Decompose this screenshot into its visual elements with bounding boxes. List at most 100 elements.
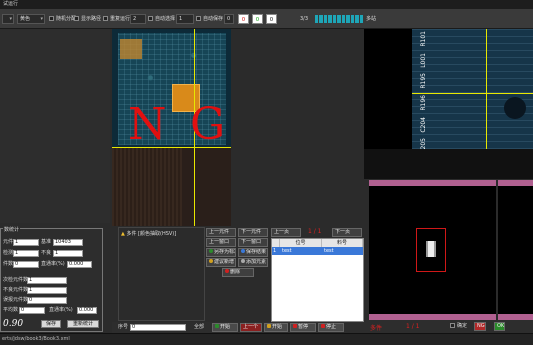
stat-label: 元件 [3, 239, 14, 245]
all-label: 全部 [194, 324, 205, 330]
random-assign-checkbox[interactable]: 随机分配 [49, 15, 76, 23]
confirm-checkbox[interactable]: 确定 [450, 322, 467, 330]
pcb-component [120, 39, 142, 59]
prev-window-button[interactable]: 上一窗口 [206, 238, 236, 247]
component-thumbnail[interactable] [369, 180, 496, 320]
page-indicator: 1 / 1 [308, 228, 322, 235]
auto-select-input[interactable]: 1 [176, 14, 194, 24]
pcb-lower-traces [112, 147, 182, 226]
rate-value: 0.000 [77, 307, 97, 314]
stats-title: 数统计 [3, 226, 21, 233]
stat-label: 平均数 [3, 307, 19, 313]
ng-marker-right: G [190, 99, 226, 150]
action-bar: 序号 0 全部 开始 上一个 开始 暂停 停止 [112, 322, 366, 333]
thumb-page: 1 / 1 [406, 323, 420, 330]
ng-count: 0 [238, 14, 249, 24]
ok-button[interactable]: OK [494, 322, 506, 331]
pause-button[interactable]: 暂停 [290, 323, 316, 332]
mounting-hole [504, 97, 526, 119]
save-icon [241, 249, 245, 253]
multi-station-label: 多站 [366, 16, 377, 22]
next-window-button[interactable]: 下一窗口 [238, 238, 268, 247]
reset-stats-button[interactable]: 重新统计 [67, 320, 99, 328]
play-icon [267, 324, 271, 328]
crosshair-horizontal [412, 93, 533, 94]
rate-label: 直通率(%) [49, 307, 73, 313]
add-element-button[interactable]: 添加元素 [238, 258, 268, 267]
stat-label: 次检元件数 [3, 277, 29, 283]
save-standard-button[interactable]: 另存为标准 [206, 248, 236, 257]
thumb-multi-label: 多件 [370, 325, 383, 332]
left-panel [0, 29, 110, 223]
ng-button[interactable]: NG [474, 322, 486, 331]
row-index: 1 [273, 248, 277, 254]
prev-item-button[interactable]: 上一个 [240, 323, 262, 332]
component-image [426, 241, 436, 257]
table-corner [272, 239, 280, 247]
stat-value: 1 [13, 239, 39, 246]
stat-value: 0 [19, 307, 45, 314]
prev-component-button[interactable]: 上一元件 [206, 228, 236, 237]
stat-label: 直通率(%) [41, 261, 65, 267]
component-thumbnail-2[interactable] [498, 180, 533, 320]
auto-save-checkbox[interactable]: 自动保存 [196, 15, 223, 23]
prev-page-button[interactable]: 上一页 [271, 228, 301, 237]
show-path-checkbox[interactable]: 显示路径 [74, 15, 101, 23]
add-template-button[interactable]: 建议新增 [206, 258, 236, 267]
row-refdes: test [282, 248, 292, 254]
table-header-partno: 料号 [322, 239, 363, 247]
stop-button[interactable]: 停止 [318, 323, 344, 332]
stat-label: 不良元件数 [3, 287, 29, 293]
auto-save-input[interactable]: 0 [224, 14, 234, 24]
color-dropdown[interactable]: 黄色 ▾ [17, 14, 45, 24]
stat-value: 0.000 [67, 261, 92, 268]
pause-icon [293, 324, 297, 328]
delete-button[interactable]: 删除 [222, 268, 254, 277]
play-icon [215, 324, 219, 328]
progress-text: 3/3 [300, 16, 309, 22]
repeat-count-input[interactable]: 2 [130, 14, 146, 24]
template-icon [209, 259, 213, 263]
stat-label: 件数 [3, 261, 14, 267]
crosshair-vertical [486, 29, 487, 149]
next-page-button[interactable]: 下一页 [332, 228, 362, 237]
start-run-button[interactable]: 开始 [212, 323, 238, 332]
stat-value: 1 [27, 277, 67, 284]
stat-label: 误报元件数 [3, 297, 29, 303]
stat-value: 10403 [53, 239, 83, 246]
serial-input[interactable]: 0 [130, 324, 186, 331]
info-header: ▲ 多件 [颜色抽取(HSV)] [121, 231, 177, 237]
big-rate: 0.90 [3, 319, 24, 329]
table-row[interactable]: 1 test test [272, 247, 363, 255]
stat-value: 0 [13, 261, 39, 268]
ok-count: 0 [252, 14, 263, 24]
stat-label: 检测 [3, 250, 14, 256]
thumbnail-bar: 多件 1 / 1 确定 NG OK [366, 320, 533, 333]
mode-dropdown[interactable]: ▾ [2, 14, 14, 24]
info-panel: ▲ 多件 [颜色抽取(HSV)] [118, 227, 205, 321]
next-component-button[interactable]: 下一元件 [238, 228, 268, 237]
save-stats-button[interactable]: 保存 [41, 320, 61, 328]
row-partno: test [324, 248, 334, 254]
image-icon [241, 259, 245, 263]
component-table[interactable]: 位号 料号 1 test test [271, 238, 364, 322]
total-count: 0 [266, 14, 277, 24]
image-footer [364, 149, 533, 179]
auto-select-checkbox[interactable]: 自动选择 [148, 15, 175, 23]
table-header-refdes: 位号 [280, 239, 322, 247]
silkscreen-labels: R101 L001 R195 R196 C204 C205 [420, 31, 427, 154]
window-title: 试运行 [0, 0, 533, 9]
toolbar: ▾ 黄色 ▾ 随机分配 显示路径 重复运行 2 自动选择 1 自动保存 0 0 0… [0, 9, 533, 29]
main-inspection-image[interactable]: N G [112, 29, 231, 226]
status-bar: erts/jdsw/book3/Book3.xml [0, 333, 533, 345]
save-result-button[interactable]: 保存结果 [238, 248, 268, 257]
stat-value: 1 [13, 250, 39, 257]
start-button[interactable]: 开始 [264, 323, 288, 332]
zoom-inspection-image[interactable]: R101 L001 R195 R196 C204 C205 [364, 29, 533, 179]
stat-value: 1 [27, 287, 67, 294]
stat-value: 1 [53, 250, 83, 257]
progress-bar [315, 15, 363, 23]
stop-icon [321, 324, 325, 328]
repeat-run-checkbox[interactable]: 重复运行 [103, 15, 130, 23]
stat-label: 基准 [41, 239, 52, 245]
